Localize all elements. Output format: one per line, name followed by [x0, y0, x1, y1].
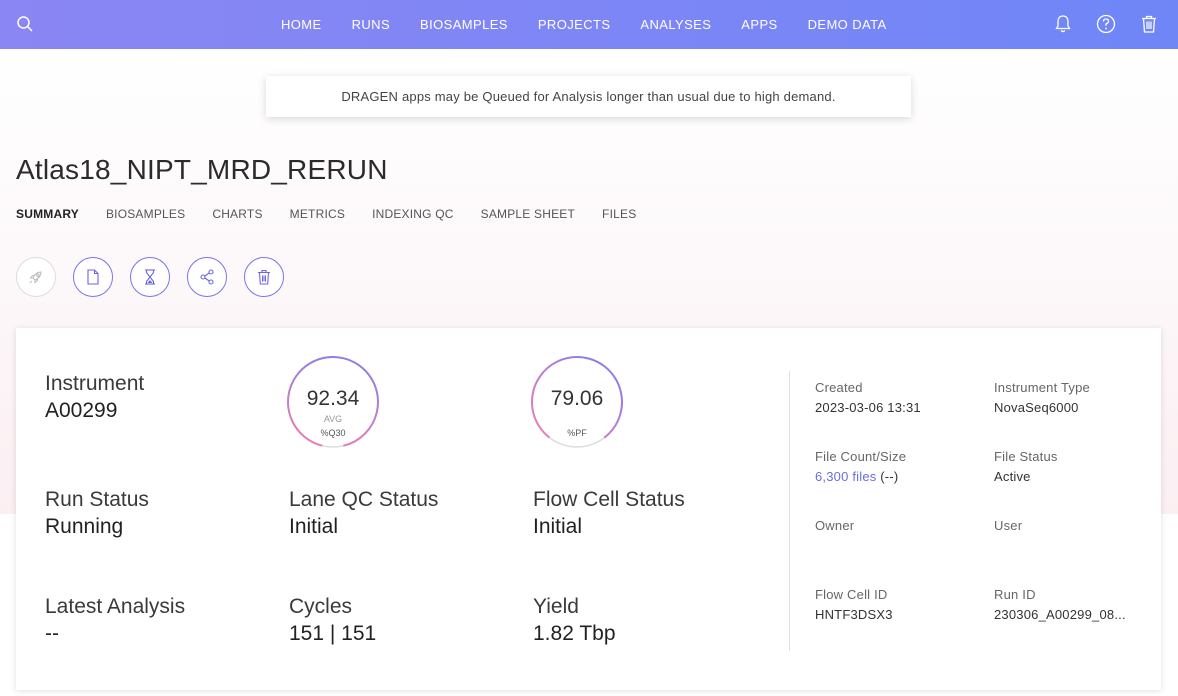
tab-summary[interactable]: SUMMARY: [16, 207, 79, 221]
bell-icon[interactable]: [1052, 13, 1074, 35]
run-id-info: Run ID 230306_A00299_08...: [994, 586, 1126, 626]
delete-button[interactable]: [244, 257, 284, 297]
yield-value: 1.82 Tbp: [533, 622, 616, 645]
tab-bar: SUMMARY BIOSAMPLES CHARTS METRICS INDEXI…: [16, 207, 663, 221]
requeue-button[interactable]: [130, 257, 170, 297]
tab-sample-sheet[interactable]: SAMPLE SHEET: [481, 207, 575, 221]
nav-item-home[interactable]: HOME: [281, 17, 322, 32]
yield-metric: Yield 1.82 Tbp: [533, 594, 616, 648]
rocket-icon: [29, 271, 42, 284]
file-count-info: File Count/Size 6,300 files (--): [815, 448, 906, 488]
flow-cell-status-value: Initial: [533, 515, 583, 538]
file-count-label: File Count/Size: [815, 449, 907, 464]
user-info: User: [994, 517, 1022, 535]
q30-value: 92.34: [306, 387, 360, 410]
lane-qc-metric: Lane QC Status Initial: [289, 487, 438, 541]
view-document-button[interactable]: [73, 257, 113, 297]
nav-item-biosamples[interactable]: BIOSAMPLES: [420, 17, 508, 32]
pf-value: 79.06: [550, 387, 604, 410]
instrument-metric: Instrument A00299: [45, 371, 144, 425]
tab-charts[interactable]: CHARTS: [212, 207, 262, 221]
run-status-label: Run Status: [45, 488, 149, 511]
flow-cell-status-label: Flow Cell Status: [533, 488, 685, 511]
flow-cell-id-value: HNTF3DSX3: [815, 607, 893, 622]
tab-biosamples[interactable]: BIOSAMPLES: [106, 207, 185, 221]
tab-files[interactable]: FILES: [602, 207, 636, 221]
user-label: User: [994, 518, 1023, 533]
instrument-type-value: NovaSeq6000: [994, 400, 1079, 415]
run-status-metric: Run Status Running: [45, 487, 149, 541]
flow-cell-id-label: Flow Cell ID: [815, 587, 888, 602]
latest-analysis-label: Latest Analysis: [45, 595, 186, 618]
search-icon[interactable]: [16, 15, 34, 33]
instrument-label: Instrument: [45, 372, 145, 395]
nav-item-demo-data[interactable]: DEMO DATA: [808, 17, 887, 32]
nav-item-runs[interactable]: RUNS: [352, 17, 390, 32]
cycles-value: 151 | 151: [289, 622, 377, 645]
nav-item-projects[interactable]: PROJECTS: [538, 17, 611, 32]
file-status-info: File Status Active: [994, 448, 1058, 488]
file-status-value: Active: [994, 469, 1031, 484]
created-value: 2023-03-06 13:31: [815, 400, 921, 415]
run-id-label: Run ID: [994, 587, 1036, 602]
tab-metrics[interactable]: METRICS: [290, 207, 345, 221]
owner-info: Owner: [815, 517, 854, 535]
help-icon[interactable]: [1095, 13, 1117, 35]
page-title: Atlas18_NIPT_MRD_RERUN: [16, 154, 388, 185]
run-status-value: Running: [45, 515, 124, 538]
instrument-type-label: Instrument Type: [994, 380, 1090, 395]
created-info: Created 2023-03-06 13:31: [815, 379, 921, 419]
hourglass-icon: [145, 269, 155, 285]
launch-analysis-button[interactable]: [16, 257, 56, 297]
file-status-label: File Status: [994, 449, 1058, 464]
notice-banner: DRAGEN apps may be Queued for Analysis l…: [266, 76, 911, 117]
created-label: Created: [815, 380, 863, 395]
flow-cell-status-metric: Flow Cell Status Initial: [533, 487, 685, 541]
run-summary-card: Instrument A00299 92.34 AVG %Q30 79.06 %…: [16, 328, 1161, 690]
pf-gauge: 79.06 %PF: [529, 354, 625, 450]
nav-menu: HOME RUNS BIOSAMPLES PROJECTS ANALYSES A…: [281, 0, 917, 49]
share-button[interactable]: [187, 257, 227, 297]
nav-item-analyses[interactable]: ANALYSES: [640, 17, 711, 32]
owner-label: Owner: [815, 518, 855, 533]
instrument-value: A00299: [45, 399, 118, 422]
file-size-value: (--): [876, 469, 899, 484]
latest-analysis-value: --: [45, 622, 59, 645]
q30-sub-label: AVG: [323, 414, 343, 424]
document-icon: [87, 269, 99, 285]
flow-cell-id-info: Flow Cell ID HNTF3DSX3: [815, 586, 893, 626]
share-icon: [200, 269, 214, 285]
top-nav: HOME RUNS BIOSAMPLES PROJECTS ANALYSES A…: [0, 0, 1178, 49]
action-bar: [16, 257, 301, 297]
q30-caption: %Q30: [320, 428, 346, 438]
card-divider: [789, 371, 790, 651]
pf-caption: %PF: [567, 428, 587, 438]
run-id-value: 230306_A00299_08...: [994, 607, 1126, 622]
latest-analysis-metric: Latest Analysis --: [45, 594, 185, 648]
q30-gauge: 92.34 AVG %Q30: [285, 354, 381, 450]
yield-label: Yield: [533, 595, 579, 618]
cycles-label: Cycles: [289, 595, 353, 618]
nav-item-apps[interactable]: APPS: [741, 17, 777, 32]
lane-qc-value: Initial: [289, 515, 339, 538]
trash-icon[interactable]: [1138, 13, 1160, 35]
instrument-type-info: Instrument Type NovaSeq6000: [994, 379, 1090, 419]
lane-qc-label: Lane QC Status: [289, 488, 439, 511]
tab-indexing-qc[interactable]: INDEXING QC: [372, 207, 454, 221]
cycles-metric: Cycles 151 | 151: [289, 594, 376, 648]
trash-icon: [258, 269, 270, 285]
file-count-link[interactable]: 6,300 files: [815, 469, 876, 484]
